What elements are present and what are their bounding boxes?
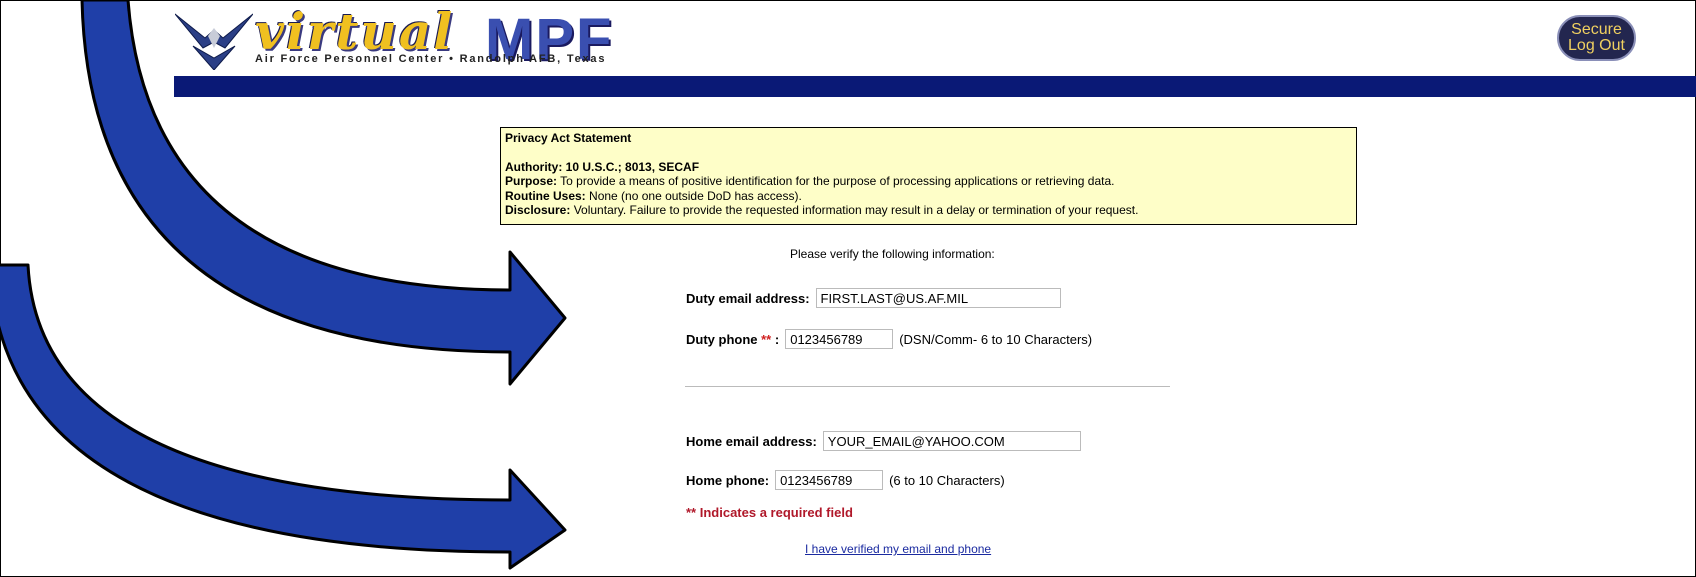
annotation-arrow-icon xyxy=(80,0,567,386)
annotation-arrows xyxy=(0,0,567,570)
